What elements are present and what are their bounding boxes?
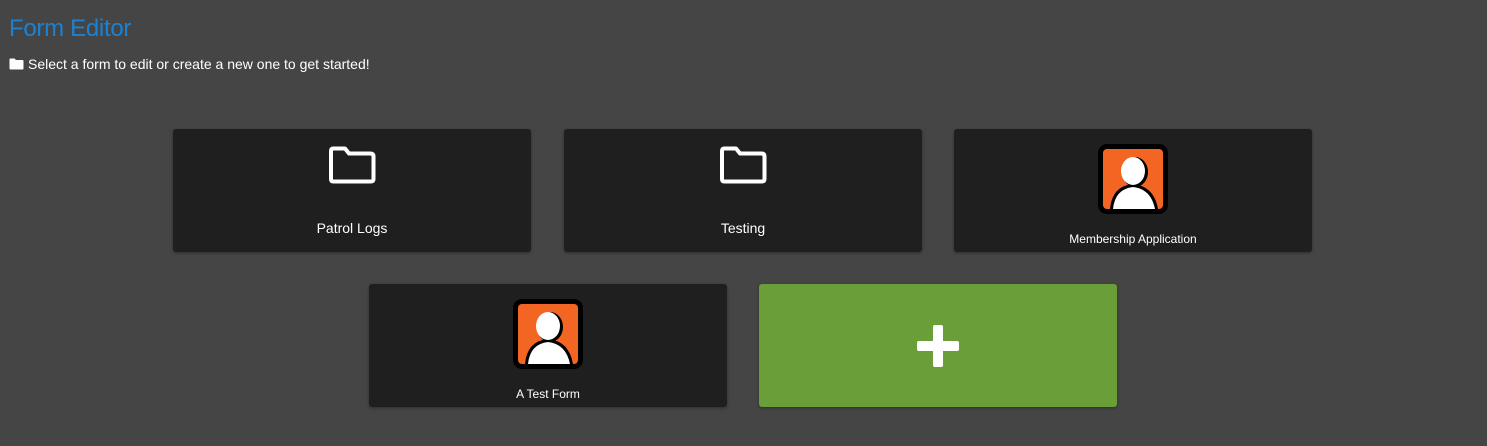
folder-card-patrol-logs[interactable]: Patrol Logs [173,129,531,252]
card-label: A Test Form [516,387,580,401]
card-label: Patrol Logs [316,220,388,236]
card-label: Testing [720,220,766,236]
user-avatar-icon [513,299,583,369]
card-label: Membership Application [1069,232,1197,246]
page-subtitle: Select a form to edit or create a new on… [9,55,370,73]
subtitle-text: Select a form to edit or create a new on… [28,56,370,72]
folder-icon [329,146,376,184]
folder-icon [720,146,767,184]
form-card-membership-application[interactable]: Membership Application [954,129,1312,252]
add-form-button[interactable] [759,284,1117,407]
user-avatar-icon [1098,144,1168,214]
form-card-a-test-form[interactable]: A Test Form [369,284,727,407]
page-title: Form Editor [9,15,132,42]
folder-card-testing[interactable]: Testing [564,129,922,252]
plus-icon [917,325,959,367]
folder-icon [9,58,24,70]
